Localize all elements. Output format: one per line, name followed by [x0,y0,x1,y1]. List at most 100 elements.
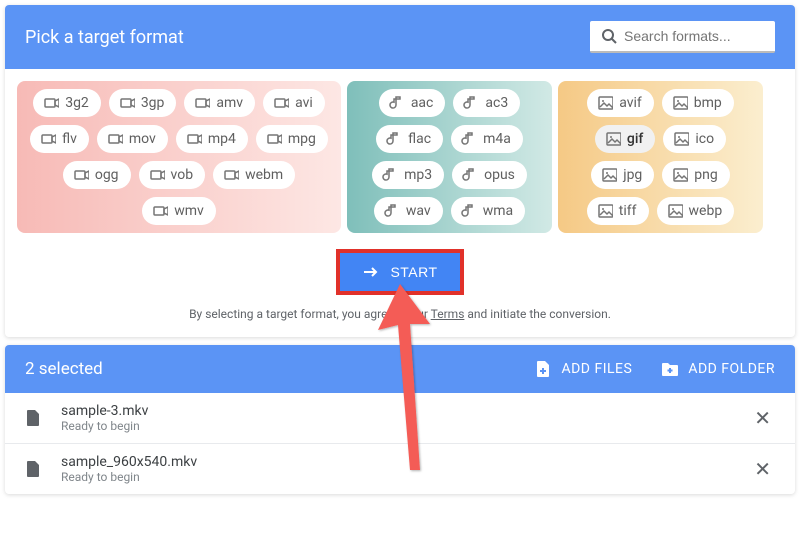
music-note-icon [461,203,477,219]
format-jpg[interactable]: jpg [591,161,654,189]
format-webp[interactable]: webp [657,197,735,225]
format-gif[interactable]: gif [595,125,655,153]
add-files-label: ADD FILES [561,361,632,377]
video-icon [43,95,59,111]
format-aac[interactable]: aac [379,89,446,117]
image-group: avif bmp gif ico jpg png tiff webp [558,81,763,233]
terms-prefix: By selecting a target format, you agree … [189,307,431,321]
format-label: png [694,167,717,183]
video-icon [266,131,282,147]
format-3gp[interactable]: 3gp [109,89,177,117]
music-note-icon [462,167,478,183]
format-mp4[interactable]: mp4 [176,125,248,153]
format-webm[interactable]: webm [213,161,295,189]
video-icon [152,203,168,219]
video-group: 3g2 3gp amv avi flv mov mp4 mpg ogg vob webm wmv [17,81,341,233]
format-opus[interactable]: opus [452,161,527,189]
add-folder-icon [660,359,680,379]
file-list: sample-3.mkvReady to begin✕sample_960x54… [5,393,795,494]
format-bmp[interactable]: bmp [662,89,734,117]
format-label: mp3 [404,167,432,183]
video-icon [107,131,123,147]
start-row: START [5,241,795,301]
document-icon [23,408,51,428]
image-icon [597,95,613,111]
format-png[interactable]: png [662,161,729,189]
format-label: avif [619,95,642,111]
format-label: webp [689,203,723,219]
document-icon [23,459,51,479]
file-row[interactable]: sample-3.mkvReady to begin✕ [5,393,795,444]
format-label: amv [216,95,243,111]
format-avi[interactable]: avi [263,89,325,117]
file-meta: sample-3.mkvReady to begin [51,403,748,433]
video-icon [149,167,165,183]
format-picker-card: Pick a target format 3g2 3gp amv avi flv mov m… [5,5,795,337]
search-input[interactable] [624,28,765,44]
format-flac[interactable]: flac [376,125,443,153]
search-box[interactable] [590,21,775,53]
picker-header: Pick a target format [5,5,795,69]
format-amv[interactable]: amv [184,89,255,117]
terms-link[interactable]: Terms [431,307,465,321]
format-label: wav [406,203,431,219]
format-groups: 3g2 3gp amv avi flv mov mp4 mpg ogg vob webm wmv aa… [5,69,795,241]
arrow-right-icon [362,263,380,281]
remove-file-button[interactable]: ✕ [748,457,777,481]
format-label: mpg [288,131,316,147]
format-3g2[interactable]: 3g2 [33,89,101,117]
format-tiff[interactable]: tiff [587,197,649,225]
format-m4a[interactable]: m4a [451,125,523,153]
format-wmv[interactable]: wmv [142,197,216,225]
format-label: opus [484,167,515,183]
format-label: 3gp [141,95,165,111]
file-row[interactable]: sample_960x540.mkvReady to begin✕ [5,444,795,494]
video-icon [119,95,135,111]
format-label: tiff [619,203,637,219]
format-label: webm [245,167,283,183]
music-note-icon [463,95,479,111]
image-icon [601,167,617,183]
music-note-icon [384,203,400,219]
add-file-icon [533,359,553,379]
file-name: sample_960x540.mkv [61,454,748,470]
format-label: m4a [483,131,511,147]
add-folder-button[interactable]: ADD FOLDER [660,359,775,379]
music-note-icon [461,131,477,147]
video-icon [223,167,239,183]
music-note-icon [386,131,402,147]
format-label: flv [62,131,77,147]
format-avif[interactable]: avif [587,89,654,117]
format-label: vob [171,167,194,183]
format-label: ac3 [485,95,508,111]
video-icon [194,95,210,111]
format-mov[interactable]: mov [97,125,168,153]
start-button[interactable]: START [340,253,459,291]
format-label: ico [695,131,714,147]
format-label: avi [295,95,313,111]
file-meta: sample_960x540.mkvReady to begin [51,454,748,484]
file-status: Ready to begin [61,470,748,484]
remove-file-button[interactable]: ✕ [748,406,777,430]
format-label: mp4 [208,131,236,147]
format-label: wma [483,203,513,219]
format-wma[interactable]: wma [451,197,525,225]
image-icon [597,203,613,219]
format-vob[interactable]: vob [139,161,206,189]
format-label: gif [627,131,643,147]
selection-actions: ADD FILES ADD FOLDER [533,359,775,379]
video-icon [73,167,89,183]
format-flv[interactable]: flv [30,125,89,153]
image-icon [672,167,688,183]
image-icon [667,203,683,219]
format-wav[interactable]: wav [374,197,443,225]
format-mpg[interactable]: mpg [256,125,328,153]
format-ac3[interactable]: ac3 [453,89,520,117]
add-files-button[interactable]: ADD FILES [533,359,632,379]
search-icon [600,27,618,45]
format-ogg[interactable]: ogg [63,161,131,189]
music-note-icon [389,95,405,111]
format-label: flac [408,131,431,147]
format-mp3[interactable]: mp3 [372,161,444,189]
format-ico[interactable]: ico [663,125,726,153]
